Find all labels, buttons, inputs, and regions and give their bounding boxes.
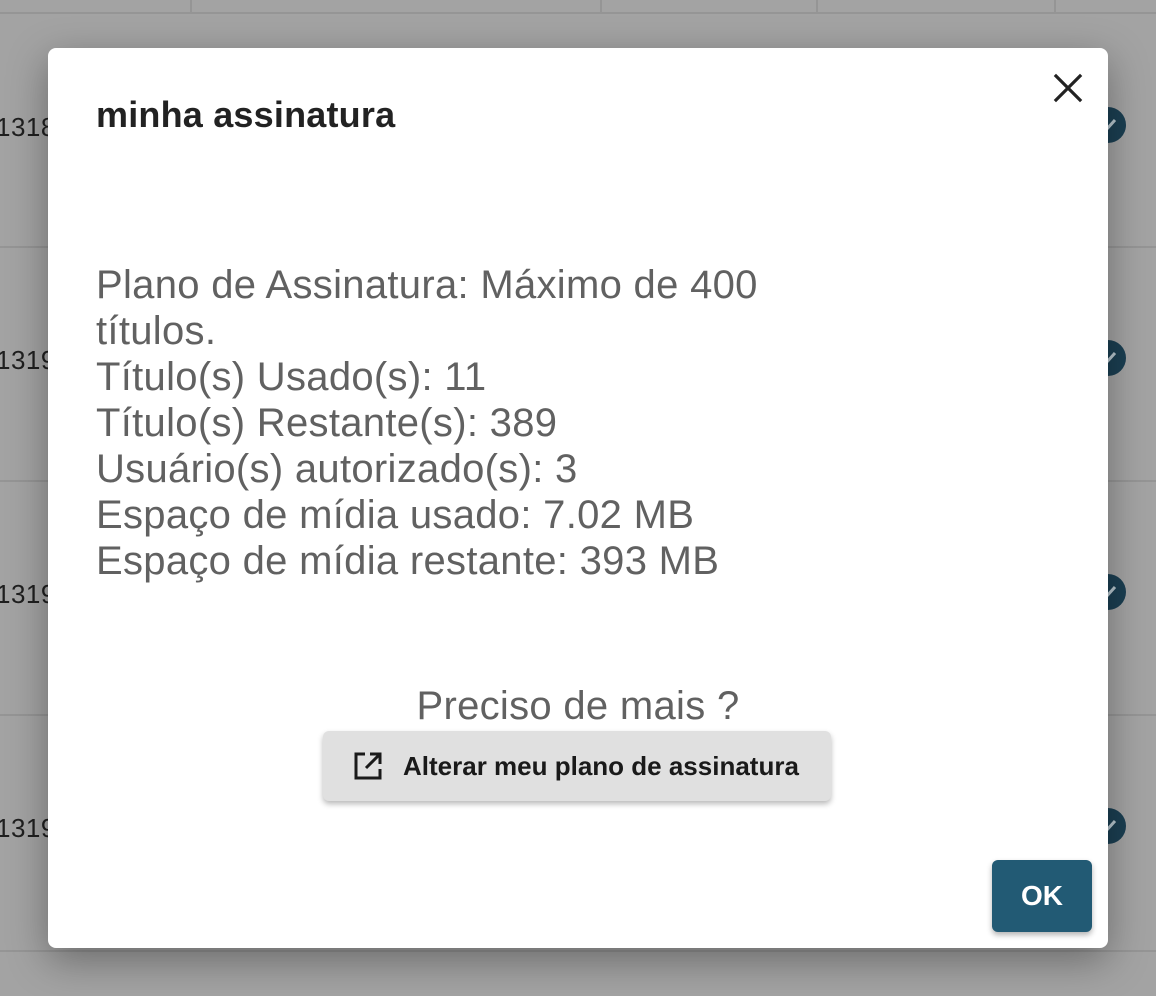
table-divider — [600, 0, 602, 14]
titles-used-text: Título(s) Usado(s): 11 — [96, 355, 487, 399]
close-icon — [1053, 73, 1083, 103]
plan-limit-text: Plano de Assinatura: Máximo de 400 títul… — [96, 263, 758, 353]
table-divider — [190, 0, 192, 14]
table-divider — [0, 950, 1156, 952]
titles-remaining-text: Título(s) Restante(s): 389 — [96, 401, 558, 445]
change-plan-button[interactable]: Alterar meu plano de assinatura — [323, 731, 831, 801]
media-space-remaining-text: Espaço de mídia restante: 393 MB — [96, 539, 720, 583]
open-in-new-icon — [351, 749, 385, 783]
subscription-info: Plano de Assinatura: Máximo de 400 títul… — [96, 262, 856, 584]
change-plan-label: Alterar meu plano de assinatura — [403, 750, 799, 781]
need-more-text: Preciso de mais ? — [416, 684, 740, 728]
ok-button[interactable]: OK — [992, 860, 1092, 932]
media-space-used-text: Espaço de mídia usado: 7.02 MB — [96, 493, 695, 537]
table-divider — [816, 0, 818, 14]
close-button[interactable] — [1044, 64, 1092, 112]
table-divider — [0, 12, 1156, 14]
authorized-users-text: Usuário(s) autorizado(s): 3 — [96, 447, 578, 491]
subscription-dialog: minha assinatura Plano de Assinatura: Má… — [48, 48, 1108, 948]
table-divider — [1054, 0, 1056, 14]
dialog-title: minha assinatura — [96, 94, 396, 135]
